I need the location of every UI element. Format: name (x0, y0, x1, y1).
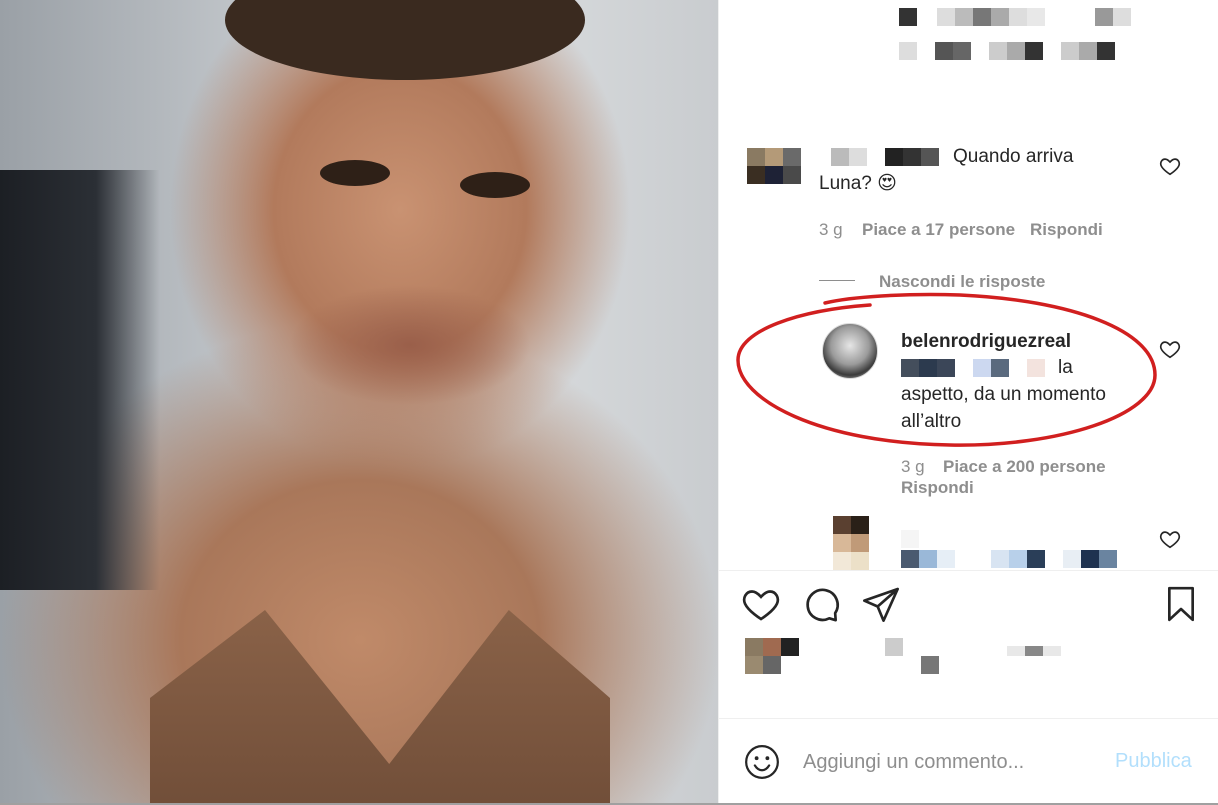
reply-reply-button[interactable]: Rispondi (901, 478, 974, 498)
reply-reply-label: Rispondi (901, 478, 974, 497)
reply-avatar[interactable] (822, 323, 878, 379)
actions-separator (719, 570, 1218, 571)
reply-likes-link[interactable]: Piace a 200 persone (943, 457, 1106, 477)
photo-hair (225, 0, 585, 80)
like-heart-icon[interactable] (741, 584, 781, 624)
post-sidebar: Quando arriva Luna? 😍 3 g Piace a 17 per… (718, 0, 1218, 805)
comment-reply-label: Rispondi (1030, 220, 1103, 239)
photo-dress (150, 610, 610, 805)
comment-icon[interactable] (801, 584, 841, 624)
photo-background-shadow (0, 170, 160, 590)
reply-time: 3 g (901, 457, 925, 476)
comment-reply-button[interactable]: Rispondi (1030, 220, 1103, 240)
reply-text: aspetto, da un momento all’altro (901, 384, 1106, 432)
comment-text: Quando arriva Luna? 😍 (819, 146, 1074, 194)
comments-list[interactable]: Quando arriva Luna? 😍 3 g Piace a 17 per… (719, 0, 1218, 570)
photo-eye-left (320, 160, 390, 186)
comment-time: 3 g (819, 220, 843, 239)
reply-username[interactable]: belenrodriguezreal (901, 328, 1071, 355)
comment-likes-label: Piace a 17 persone (862, 220, 1016, 239)
add-comment-input[interactable] (803, 742, 1103, 782)
reply-likes-label: Piace a 200 persone (943, 457, 1106, 476)
photo-eye-right (460, 172, 530, 198)
replies-divider (819, 280, 855, 281)
smiley-icon[interactable] (743, 743, 781, 781)
add-comment-separator (719, 718, 1218, 719)
post-photo (0, 0, 718, 805)
next-comment-like-heart-icon[interactable] (1159, 528, 1181, 550)
reply-text-line1: la (1058, 357, 1073, 378)
toggle-replies-button[interactable]: Nascondi le risposte (879, 272, 1045, 292)
comment-like-heart-icon[interactable] (1159, 155, 1181, 177)
reply-like-heart-icon[interactable] (1159, 338, 1181, 360)
bookmark-icon[interactable] (1161, 584, 1201, 624)
toggle-replies-label: Nascondi le risposte (879, 272, 1046, 291)
publish-button[interactable]: Pubblica (1115, 750, 1192, 773)
paper-plane-icon[interactable] (861, 584, 901, 624)
comment-likes-link[interactable]: Piace a 17 persone (862, 220, 1015, 240)
